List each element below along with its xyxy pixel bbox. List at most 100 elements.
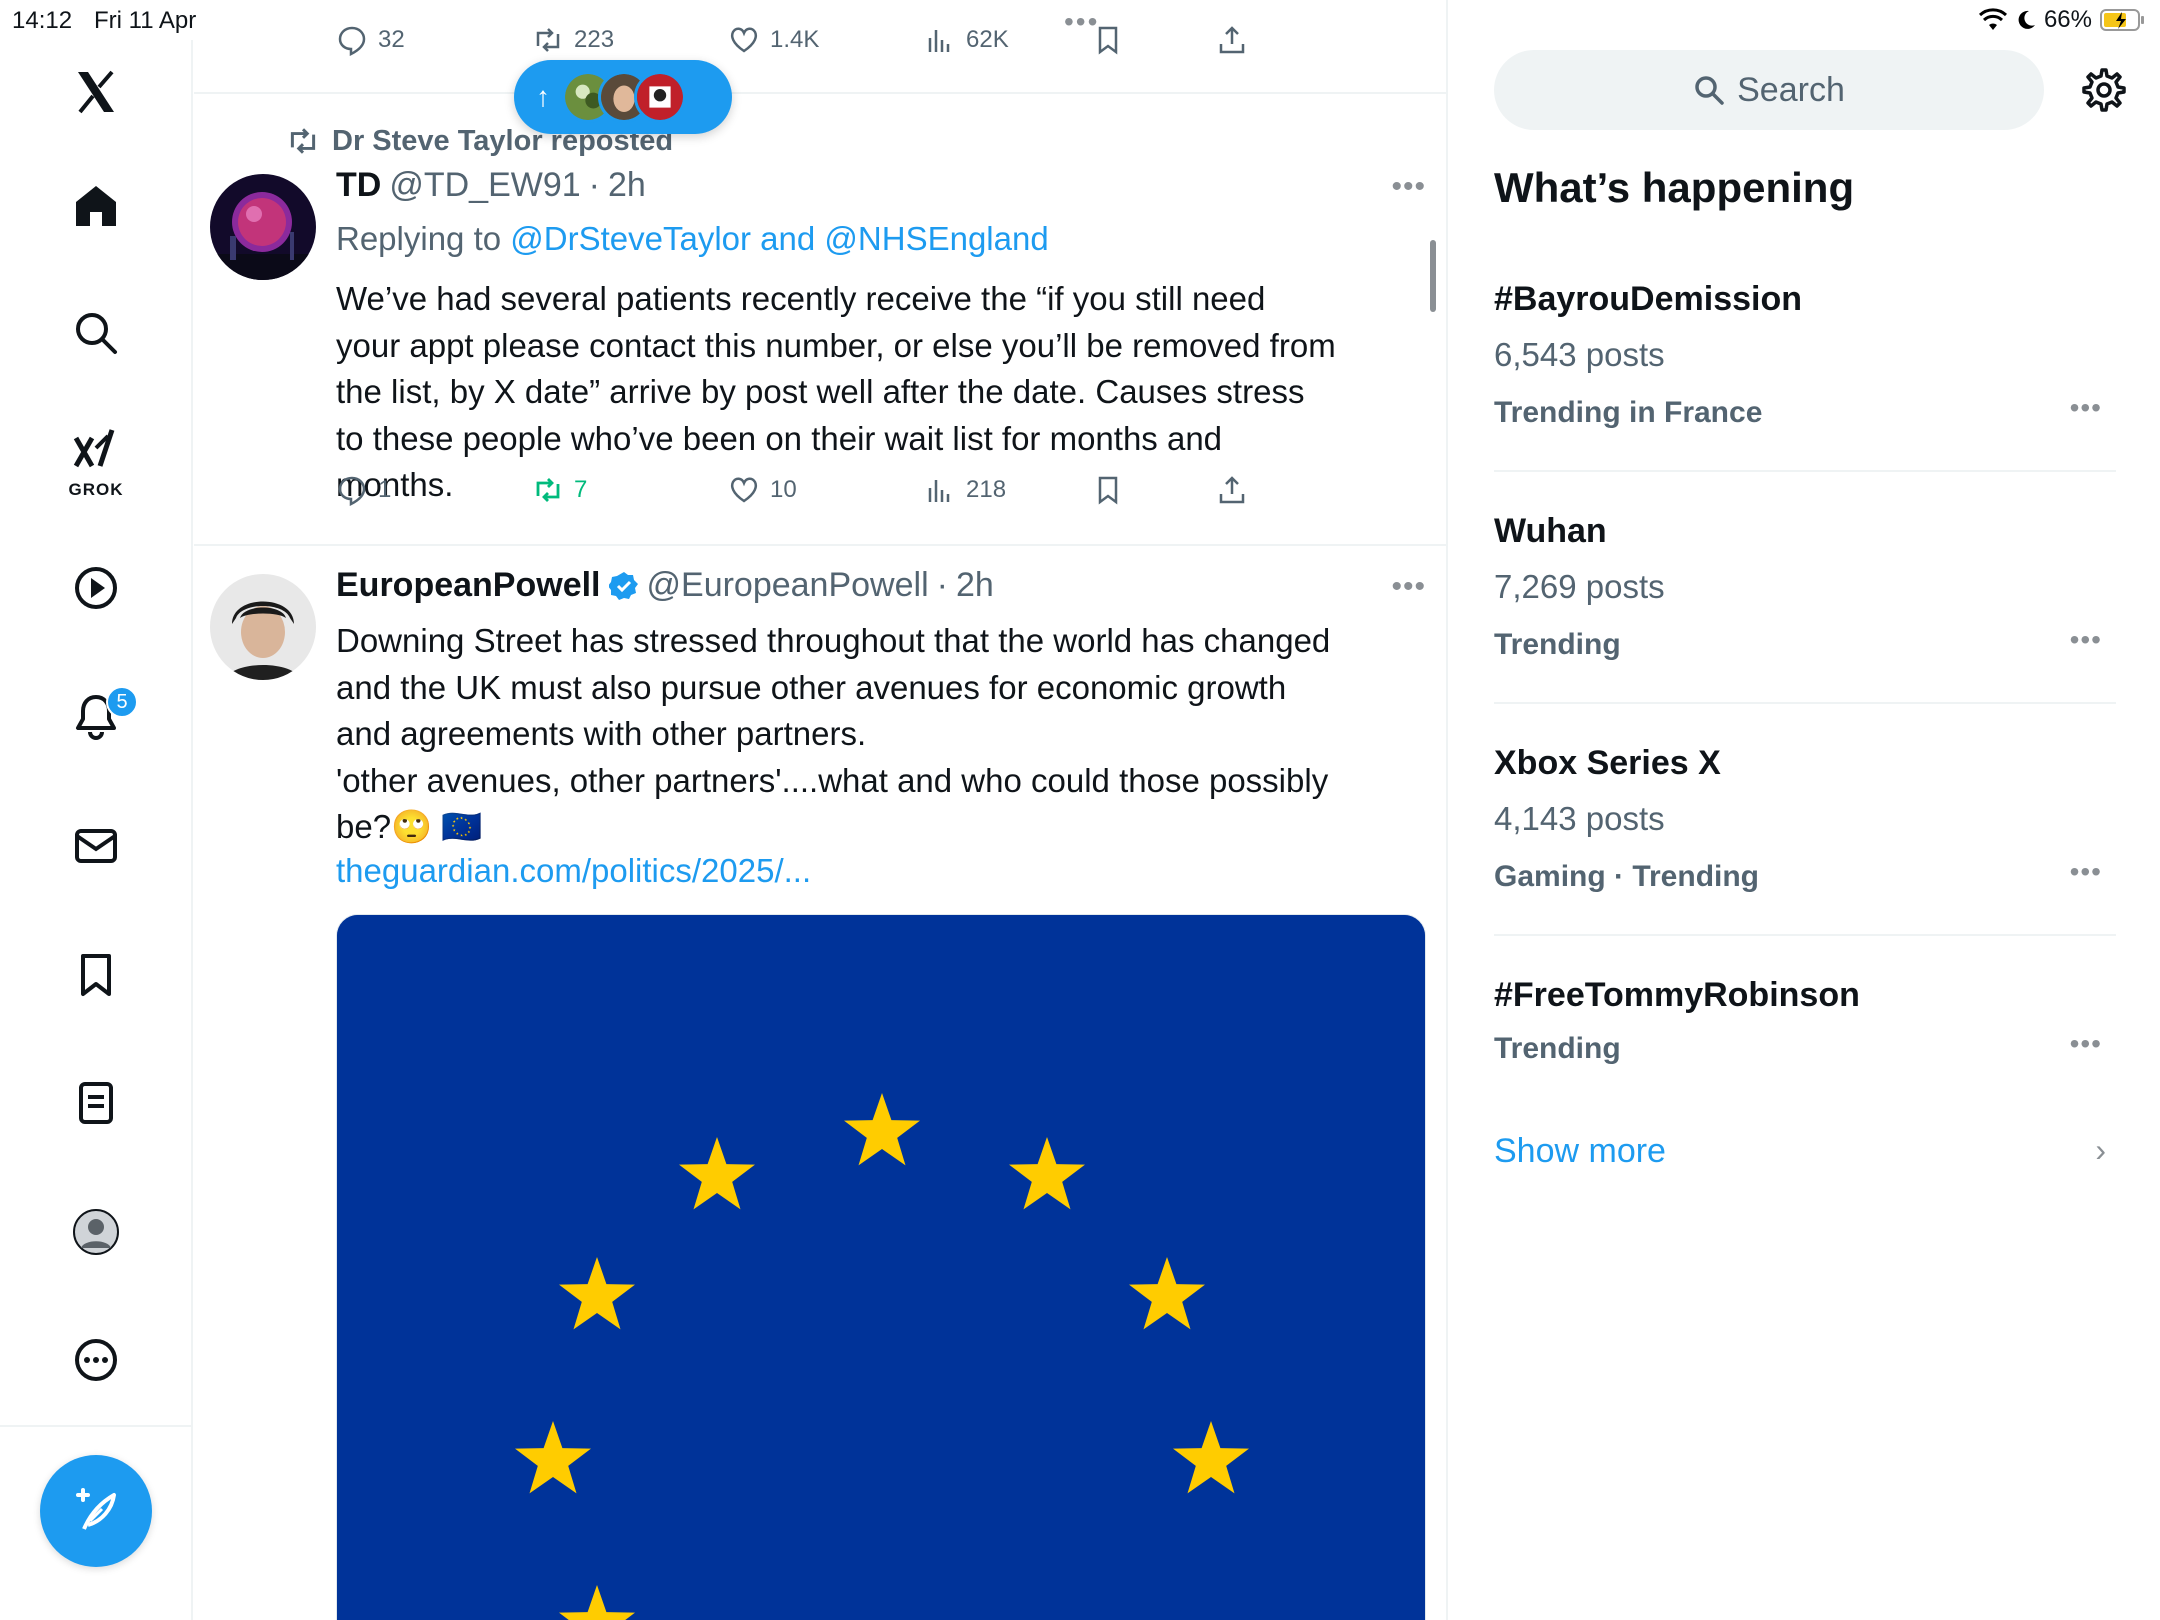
video-icon[interactable]	[66, 558, 126, 618]
more-options-icon[interactable]: •••	[1391, 570, 1426, 604]
share-button[interactable]	[1216, 24, 1248, 56]
trend-name: Wuhan	[1494, 512, 1607, 550]
settings-gear-icon[interactable]	[2078, 66, 2126, 114]
reply-button[interactable]: 1	[336, 474, 391, 506]
trend-posts: 4,143 posts	[1494, 800, 1665, 837]
status-date: Fri 11 Apr	[94, 7, 197, 34]
author-name[interactable]: EuropeanPowell	[336, 566, 601, 605]
repost-button[interactable]: 7	[532, 474, 587, 506]
author-handle[interactable]: @EuropeanPowell	[647, 566, 929, 605]
author-name[interactable]: TD	[336, 166, 381, 205]
trend-more-icon[interactable]: •••	[2070, 1028, 2102, 1060]
share-icon	[1219, 476, 1245, 504]
whats-happening-title: What’s happening	[1494, 164, 1855, 211]
new-posts-button[interactable]: ↑	[514, 60, 732, 134]
verified-badge-icon	[608, 571, 638, 600]
scrollbar[interactable]	[1430, 240, 1436, 312]
separator-dot: ·	[936, 566, 948, 604]
trend-more-icon[interactable]: •••	[2070, 392, 2102, 424]
grok-icon[interactable]	[66, 420, 126, 480]
views-count: 218	[966, 476, 1007, 503]
chevron-right-icon: ›	[2095, 1132, 2106, 1168]
like-button[interactable]: 10	[728, 474, 797, 506]
trend-more-icon[interactable]: •••	[2070, 856, 2102, 888]
tweet-text-line: 'other avenues, other partners'....what …	[336, 761, 1329, 846]
search-input[interactable]: Search	[1494, 50, 2044, 130]
timeline: 32 223 1.4K 62K Dr Steve Taylor reposted…	[194, 0, 1448, 1620]
tweet-divider	[194, 92, 1446, 94]
notification-badge: 5	[106, 686, 138, 718]
trend-divider	[1494, 470, 2116, 472]
show-more-label: Show more	[1494, 1132, 1666, 1170]
author-handle[interactable]: @TD_EW91	[389, 166, 580, 205]
tweet-time[interactable]: 2h	[608, 166, 646, 205]
trend-item[interactable]: #FreeTommyRobinson Trending •••	[1494, 976, 2116, 1086]
tweet-media-image[interactable]	[336, 914, 1426, 1620]
trend-posts: 6,543 posts	[1494, 336, 1665, 373]
repost-icon	[536, 28, 560, 52]
reply-button[interactable]: 32	[336, 24, 405, 56]
trend-item[interactable]: #BayrouDemission 6,543 posts Trending in…	[1494, 280, 2116, 440]
views-icon	[928, 30, 950, 52]
more-icon[interactable]	[66, 1330, 126, 1390]
multitask-dots-icon[interactable]: •••	[1064, 6, 1099, 38]
show-more-link[interactable]: Show more ›	[1494, 1132, 2116, 1171]
trend-context: Trending in France	[1494, 396, 1763, 429]
replying-to-users[interactable]: @DrSteveTaylor and @NHSEngland	[510, 220, 1048, 257]
grok-label: GROK	[68, 480, 124, 499]
x-logo-icon[interactable]	[66, 62, 126, 122]
views-count: 62K	[966, 26, 1009, 53]
separator-dot: ·	[588, 166, 600, 204]
tweet-text: Downing Street has stressed throughout t…	[336, 618, 1336, 851]
repost-count: 7	[574, 476, 588, 503]
reply-count: 32	[378, 26, 405, 53]
views-button[interactable]: 62K	[924, 24, 1009, 56]
search-icon	[1695, 76, 1724, 105]
like-button[interactable]: 1.4K	[728, 24, 819, 56]
repost-icon	[536, 478, 560, 502]
trend-item[interactable]: Xbox Series X 4,143 posts Gaming · Trend…	[1494, 744, 2116, 904]
bookmark-button[interactable]	[1092, 474, 1124, 506]
compose-icon	[76, 1488, 116, 1530]
bookmark-icon	[1098, 476, 1118, 505]
heart-icon	[730, 27, 758, 53]
replying-to: Replying to @DrSteveTaylor and @NHSEngla…	[336, 220, 1049, 258]
tweet-text-line: Downing Street has stressed throughout t…	[336, 622, 1331, 752]
views-button[interactable]: 218	[924, 474, 1006, 506]
repost-button[interactable]: 223	[532, 24, 614, 56]
trend-divider	[1494, 702, 2116, 704]
tweet-link[interactable]: theguardian.com/politics/2025/...	[336, 852, 811, 890]
prev-tweet-actions: 32 223 1.4K 62K	[336, 24, 1316, 68]
trend-name: Xbox Series X	[1494, 744, 1721, 782]
search-placeholder: Search	[1737, 70, 1845, 109]
trend-item[interactable]: Wuhan 7,269 posts Trending •••	[1494, 512, 2116, 672]
tweet-header: EuropeanPowell @EuropeanPowell · 2h	[336, 566, 994, 605]
repost-icon	[290, 128, 316, 154]
list-icon[interactable]	[66, 1073, 126, 1133]
avatar[interactable]	[210, 174, 316, 280]
bookmark-icon[interactable]	[66, 945, 126, 1005]
more-options-icon[interactable]: •••	[1391, 170, 1426, 204]
arrow-up-icon: ↑	[536, 81, 550, 112]
search-icon[interactable]	[66, 303, 126, 363]
mail-icon[interactable]	[66, 816, 126, 876]
trend-more-icon[interactable]: •••	[2070, 624, 2102, 656]
compose-button[interactable]	[40, 1455, 152, 1567]
right-sidebar: Search What’s happening #BayrouDemission…	[1450, 0, 2160, 1620]
home-icon[interactable]	[66, 176, 126, 236]
trend-name: #FreeTommyRobinson	[1494, 976, 1860, 1014]
like-count: 10	[770, 476, 797, 503]
share-button[interactable]	[1216, 474, 1248, 506]
trend-context: Trending	[1494, 1032, 1621, 1065]
sidebar-nav: GROK 5	[0, 40, 193, 1620]
trend-context: Gaming · Trending	[1494, 860, 1760, 893]
eu-flag-image	[337, 915, 1425, 1620]
avatar[interactable]	[210, 574, 316, 680]
reply-icon	[338, 476, 366, 506]
tweet-divider	[194, 544, 1446, 546]
tweet-time[interactable]: 2h	[956, 566, 994, 605]
profile-avatar[interactable]	[66, 1202, 126, 1262]
share-icon	[1219, 26, 1245, 54]
heart-icon	[730, 477, 758, 503]
status-time: 14:12	[12, 7, 73, 34]
